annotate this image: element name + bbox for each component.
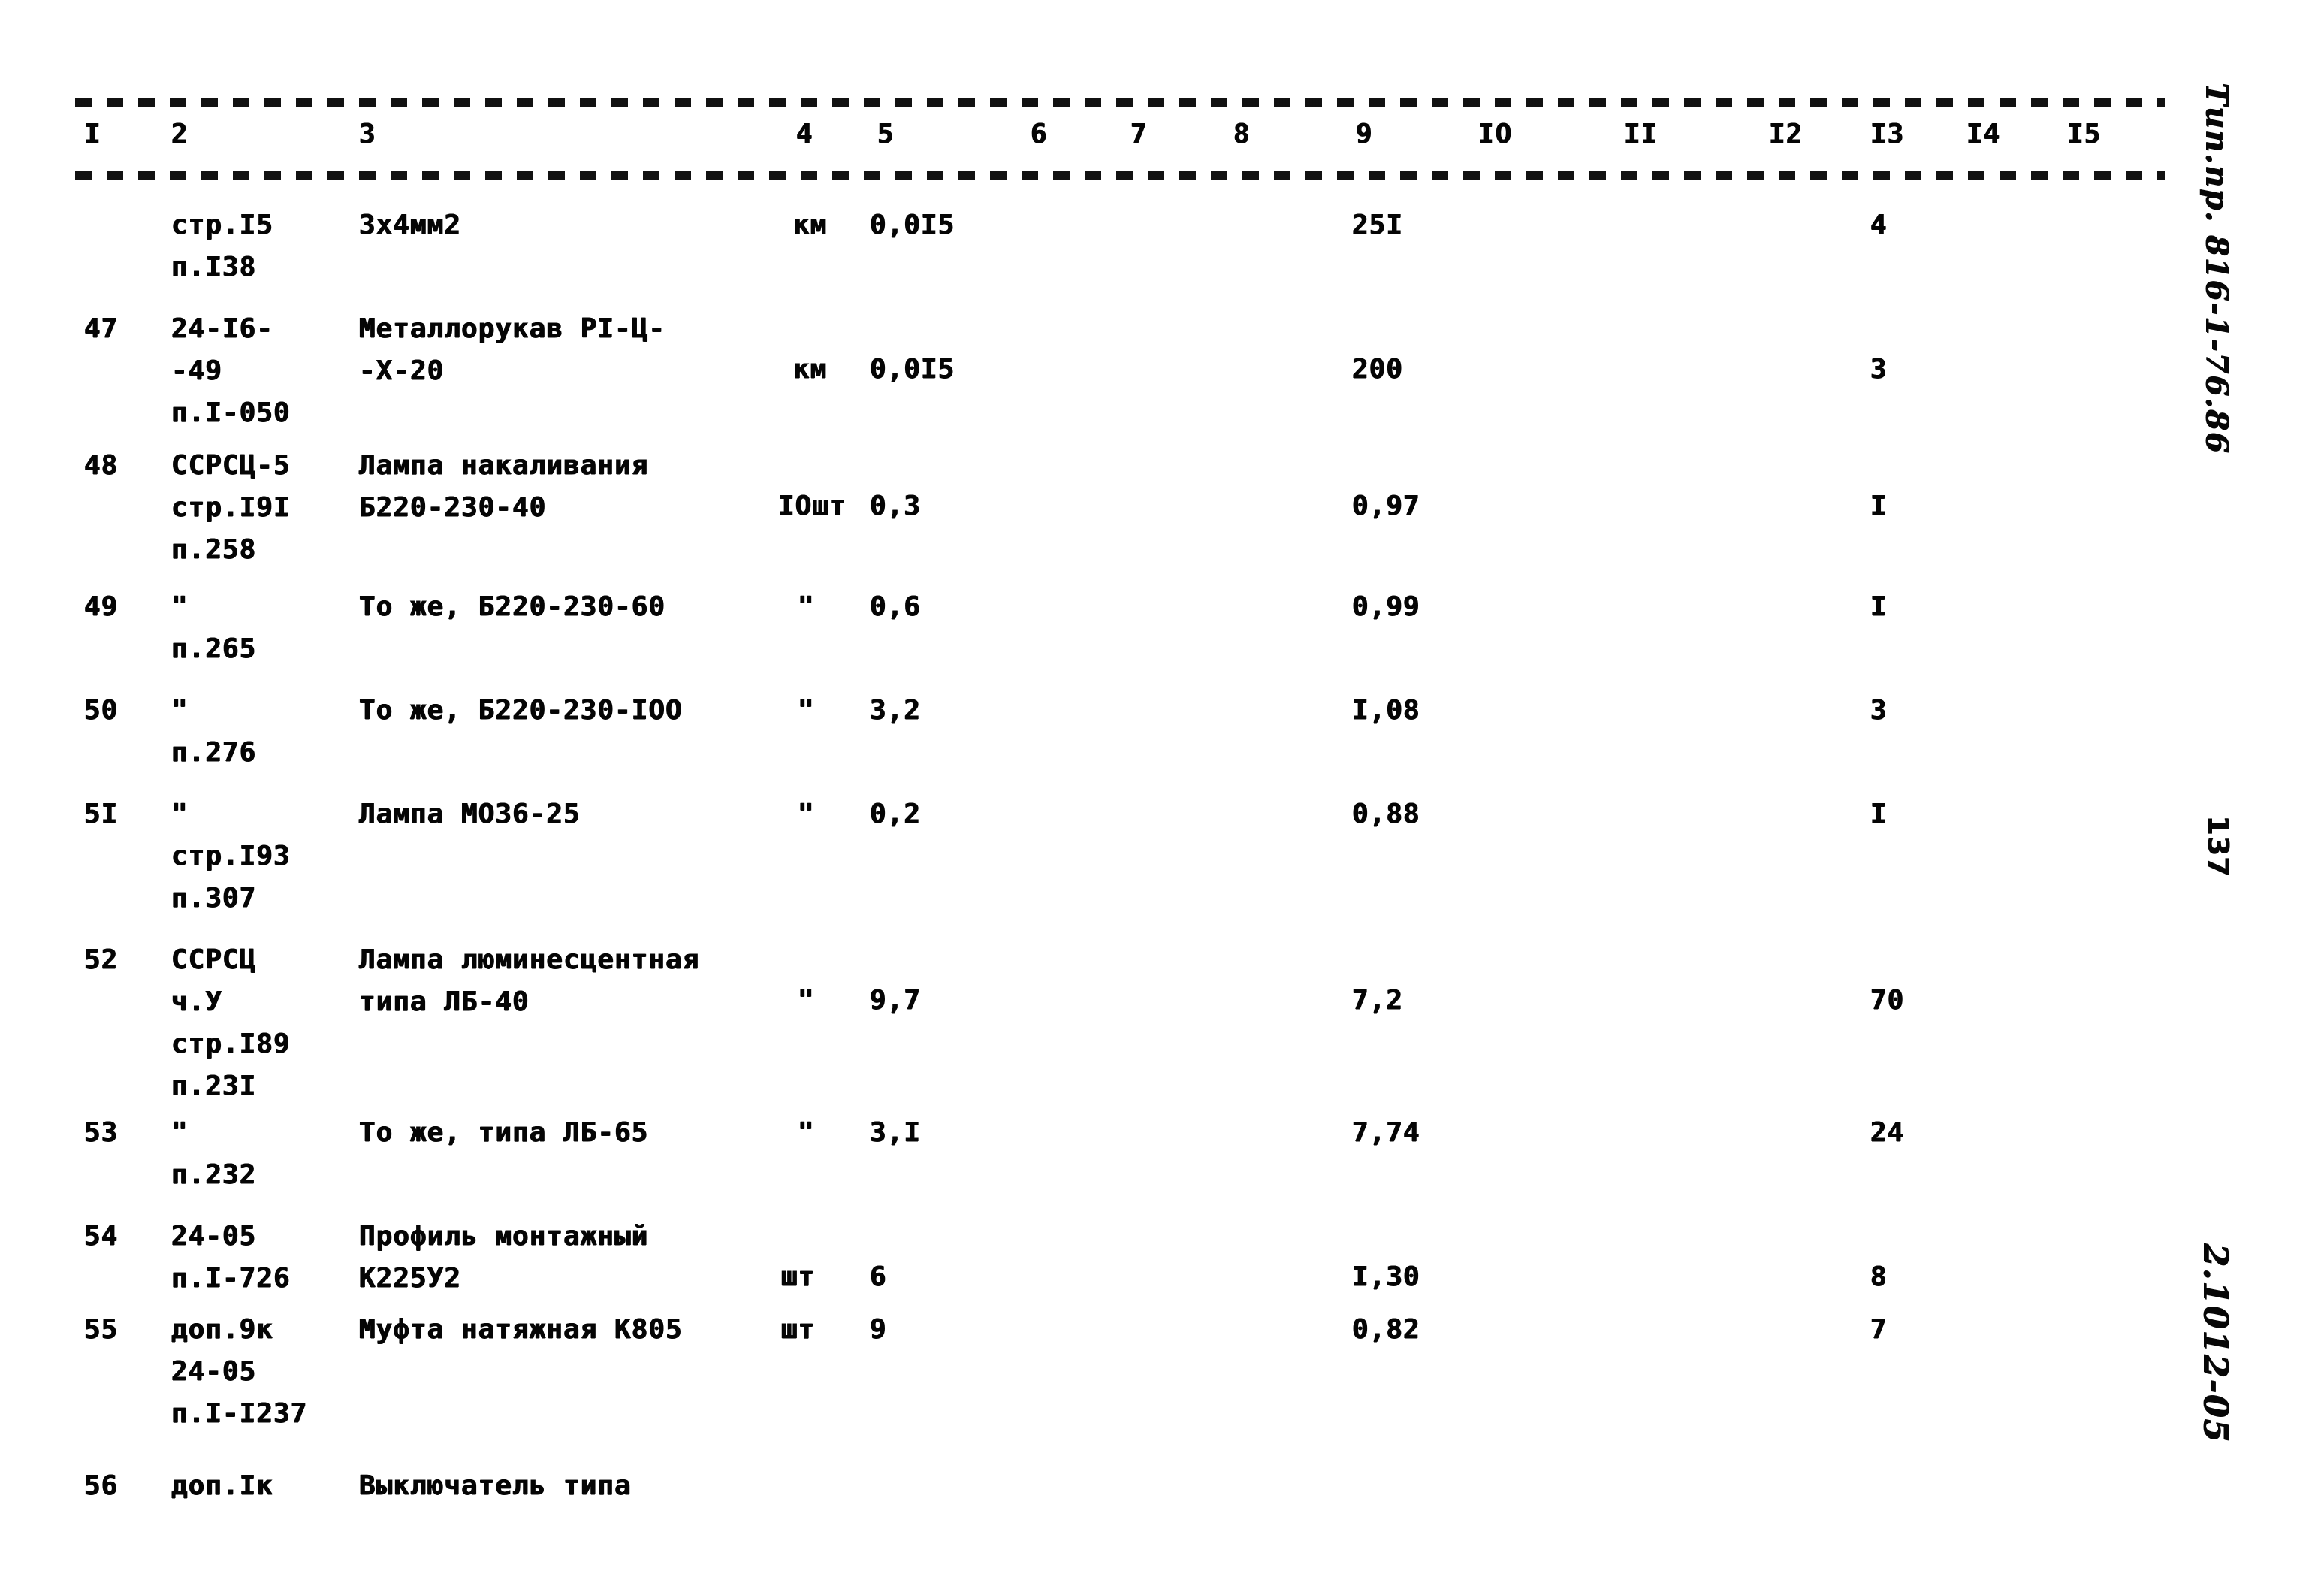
column-header-10: IO (1478, 119, 1513, 150)
table-row: шт (781, 1314, 816, 1345)
table-row: I (1870, 491, 1888, 521)
table-row: 5I (84, 799, 119, 829)
table-row: ССРСЦ-5 стр.I9I п.258 (171, 450, 291, 565)
column-header-5: 5 (877, 119, 895, 150)
table-row: 47 (84, 313, 119, 344)
table-row: Муфта натяжная К805 (359, 1314, 683, 1345)
column-header-9: 9 (1356, 119, 1373, 150)
table-row: 24 (1870, 1117, 1905, 1148)
column-header-11: II (1624, 119, 1658, 150)
table-row: То же, типа ЛБ-65 (359, 1117, 649, 1148)
table-row: 55 (84, 1314, 119, 1345)
table-header-dashed-rule (75, 171, 2165, 180)
table-row: 0,2 (870, 799, 922, 829)
column-header-15: I5 (2067, 119, 2102, 150)
table-row: I (1870, 591, 1888, 622)
column-header-7: 7 (1130, 119, 1148, 150)
table-row: 54 (84, 1221, 119, 1252)
page-number: 137 (2202, 815, 2235, 878)
table-row: 3,I (870, 1117, 922, 1148)
table-row: " (798, 695, 815, 726)
table-row: км (793, 210, 828, 240)
table-row: 7 (1870, 1314, 1888, 1345)
table-row: 7,74 (1352, 1117, 1420, 1148)
table-row: " (798, 591, 815, 622)
table-row: 7,2 (1352, 985, 1404, 1016)
column-header-8: 8 (1233, 119, 1251, 150)
table-row: 53 (84, 1117, 119, 1148)
table-row: 0,0I5 (870, 210, 955, 240)
table-row: шт (781, 1261, 816, 1292)
table-row: То же, Б220-230-60 (359, 591, 666, 622)
table-row: 0,82 (1352, 1314, 1420, 1345)
table-row: " (798, 799, 815, 829)
table-row: " п.232 (171, 1117, 257, 1190)
table-row: 25I (1352, 210, 1404, 240)
column-header-2: 2 (171, 119, 189, 150)
table-row: 24-I6- -49 п.I-050 (171, 313, 291, 428)
table-row: 0,6 (870, 591, 922, 622)
table-row: 0,99 (1352, 591, 1420, 622)
table-row: 70 (1870, 985, 1905, 1016)
table-row: 48 (84, 450, 119, 481)
table-row: 3 (1870, 695, 1888, 726)
table-row: 52 (84, 944, 119, 975)
table-row: 56 (84, 1470, 119, 1501)
table-row: Лампа накаливания Б220-230-40 (359, 450, 649, 523)
table-row: I,08 (1352, 695, 1420, 726)
table-row: 3 (1870, 354, 1888, 385)
table-row: 200 (1352, 354, 1404, 385)
table-row: 6 (870, 1261, 887, 1292)
table-row: 49 (84, 591, 119, 622)
table-row: 50 (84, 695, 119, 726)
table-row: 8 (1870, 1261, 1888, 1292)
table-row: " (798, 1117, 815, 1148)
column-header-6: 6 (1031, 119, 1048, 150)
margin-stamp-project-code: Тип.пр. 816-1-76.86 (2199, 83, 2235, 455)
table-row: 9 (870, 1314, 887, 1345)
column-header-13: I3 (1870, 119, 1905, 150)
table-row: " п.276 (171, 695, 257, 768)
scanned-page: I 2 3 4 5 6 7 8 9 IO II I2 I3 I4 I5 стр.… (0, 0, 2324, 1589)
column-header-1: I (84, 119, 101, 150)
table-row: доп.Iк (171, 1470, 274, 1501)
table-row: " стр.I93 п.307 (171, 799, 291, 914)
table-row: Лампа МО36-25 (359, 799, 581, 829)
table-row: 0,97 (1352, 491, 1420, 521)
column-header-3: 3 (359, 119, 376, 150)
table-row: " (798, 985, 815, 1016)
table-row: 4 (1870, 210, 1888, 240)
table-row: 0,3 (870, 491, 922, 521)
table-row: Металлорукав РI-Ц- -Х-20 (359, 313, 666, 386)
table-row: Лампа люминесцентная типа ЛБ-40 (359, 944, 700, 1017)
table-row: км (793, 354, 828, 385)
table-top-dashed-rule (75, 98, 2165, 107)
table-row: I (1870, 799, 1888, 829)
table-row: ССРСЦ ч.У стр.I89 п.23I (171, 944, 291, 1101)
table-row: 3,2 (870, 695, 922, 726)
table-row: I,30 (1352, 1261, 1420, 1292)
table-row: Выключатель типа (359, 1470, 632, 1501)
table-row: 0,88 (1352, 799, 1420, 829)
margin-stamp-album-code: 2.1012-05 (2196, 1243, 2235, 1443)
table-row: Профиль монтажный К225У2 (359, 1221, 649, 1294)
table-row: доп.9к 24-05 п.I-I237 (171, 1314, 308, 1429)
table-row: 0,0I5 (870, 354, 955, 385)
column-header-4: 4 (796, 119, 813, 150)
table-row: 24-05 п.I-726 (171, 1221, 291, 1294)
table-row: " п.265 (171, 591, 257, 664)
column-header-14: I4 (1966, 119, 2001, 150)
table-row: То же, Б220-230-IOO (359, 695, 683, 726)
column-header-12: I2 (1769, 119, 1803, 150)
table-row: 3х4мм2 (359, 210, 462, 240)
table-row: IOшт (778, 491, 847, 521)
table-row: стр.I5 п.I38 (171, 210, 274, 282)
table-row: 9,7 (870, 985, 922, 1016)
